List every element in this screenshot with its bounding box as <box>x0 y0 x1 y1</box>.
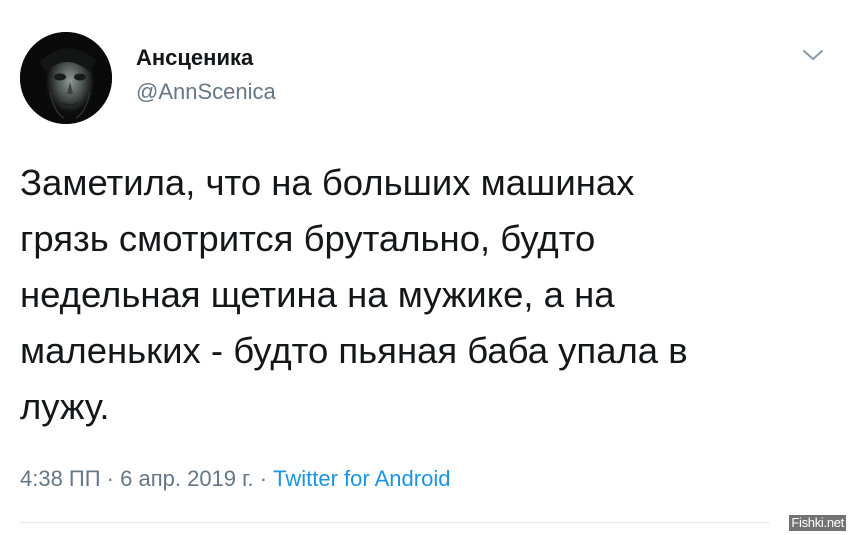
meta-separator: · <box>100 466 121 491</box>
watermark: Fishki.net <box>789 515 846 531</box>
chevron-down-icon[interactable] <box>800 45 826 65</box>
tweet-time[interactable]: 4:38 ПП <box>20 466 101 491</box>
divider <box>20 522 770 523</box>
tweet-text-line: грязь смотрится брутально, будто <box>20 218 596 259</box>
tweet-text-line: недельная щетина на мужике, а на <box>20 274 615 315</box>
tweet-date[interactable]: 6 апр. 2019 г. <box>120 466 253 491</box>
avatar-image <box>20 32 112 124</box>
user-info: Ансценика @AnnScenica <box>136 44 276 106</box>
tweet-source-link[interactable]: Twitter for Android <box>273 466 450 491</box>
tweet-text-line: лужу. <box>20 386 110 427</box>
tweet-text-line: Заметила, что на больших машинах <box>20 162 635 203</box>
user-handle[interactable]: @AnnScenica <box>136 78 276 106</box>
meta-separator: · <box>253 466 274 491</box>
display-name[interactable]: Ансценика <box>136 44 276 72</box>
avatar[interactable] <box>20 32 112 124</box>
tweet-text-line: маленьких - будто пьяная баба упала в <box>20 330 688 371</box>
tweet-card: Ансценика @AnnScenica Заметила, что на б… <box>0 0 850 535</box>
tweet-meta: 4:38 ПП · 6 апр. 2019 г. · Twitter for A… <box>20 464 450 494</box>
tweet-text: Заметила, что на больших машинах грязь с… <box>20 155 830 435</box>
